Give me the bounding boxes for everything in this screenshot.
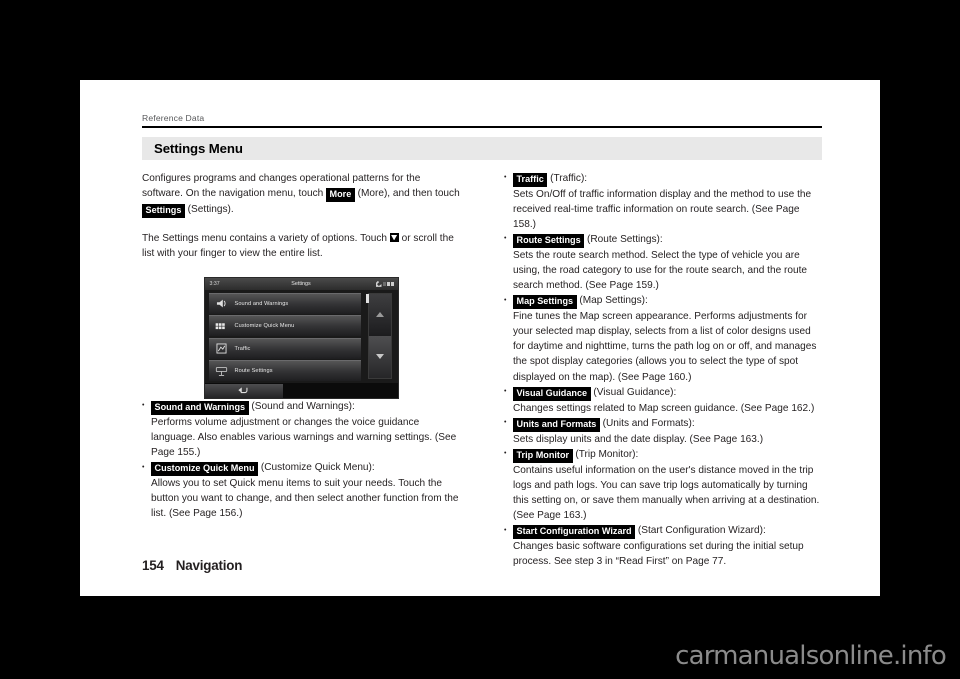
right-bullet-list: Traffic (Traffic): Sets On/Off of traffi…: [504, 170, 822, 570]
nav-status-bar: 3:37 Settings: [204, 277, 398, 290]
running-head: Reference Data: [142, 113, 205, 123]
page-footer: 154 Navigation: [142, 558, 242, 573]
nav-back-button[interactable]: [204, 383, 283, 398]
bullet-description: Contains useful information on the user'…: [513, 464, 820, 522]
list-item: Units and Formats (Units and Formats): S…: [504, 415, 822, 447]
watermark: carmanualsonline.info: [675, 641, 947, 671]
nav-row-label: Traffic: [234, 345, 251, 352]
more-key-label: More: [326, 187, 355, 202]
bullet-description: Fine tunes the Map screen appearance. Pe…: [513, 311, 817, 383]
bullet-key-label: Units and Formats: [513, 417, 600, 432]
bullet-key-label: Trip Monitor: [513, 448, 573, 463]
bullet-key-label: Visual Guidance: [513, 386, 591, 401]
navigation-screen-image: 3:37 Settings Sound and Warnings Customi…: [203, 276, 399, 399]
nav-scrollbar[interactable]: [366, 292, 392, 379]
intro-p1-text-b: (More), and then touch: [354, 187, 460, 199]
list-item: Sound and Warnings (Sound and Warnings):…: [142, 398, 460, 460]
bullet-key-label: Start Configuration Wizard: [513, 525, 636, 540]
grid-icon: [214, 320, 229, 333]
battery-segment-icon: [387, 281, 390, 287]
bullet-key-label: Route Settings: [513, 233, 585, 248]
bullet-paren-label: (Map Settings):: [576, 295, 648, 307]
bullet-paren-label: (Traffic):: [547, 172, 588, 184]
page-number: 154: [142, 558, 164, 573]
nav-row-label: Sound and Warnings: [234, 300, 289, 307]
section-title-bar: Settings Menu: [142, 136, 822, 160]
bullet-description: Sets display units and the date display.…: [513, 433, 764, 445]
nav-settings-list: Sound and Warnings Customize Quick Menu …: [208, 292, 361, 383]
list-item: Customize Quick Menu (Customize Quick Me…: [142, 460, 460, 521]
list-item: Traffic (Traffic): Sets On/Off of traffi…: [504, 170, 822, 232]
figure-settings-screen: 3:37 Settings Sound and Warnings Customi…: [142, 276, 460, 399]
page-content-area: Reference Data Settings Menu Configures …: [142, 113, 822, 573]
bullet-description: Allows you to set Quick menu items to su…: [151, 478, 459, 520]
two-column-layout: Configures programs and changes operatio…: [142, 170, 822, 570]
list-item: Visual Guidance (Visual Guidance): Chang…: [504, 384, 822, 416]
bullet-paren-label: (Sound and Warnings):: [248, 400, 355, 412]
nav-row-traffic[interactable]: Traffic: [208, 337, 361, 359]
bullet-description: Performs volume adjustment or changes th…: [151, 416, 457, 459]
right-column: Traffic (Traffic): Sets On/Off of traffi…: [504, 170, 822, 570]
intro-paragraph-2: The Settings menu contains a variety of …: [142, 231, 460, 261]
nav-row-customize-quick-menu[interactable]: Customize Quick Menu: [208, 315, 361, 337]
bullet-description: Changes basic software configurations se…: [513, 541, 804, 568]
list-item: Trip Monitor (Trip Monitor): Contains us…: [504, 446, 822, 523]
list-item: Start Configuration Wizard (Start Config…: [504, 523, 822, 569]
route-icon: [214, 365, 229, 378]
bullet-paren-label: (Start Configuration Wizard):: [635, 525, 766, 537]
nav-screen-title: Settings: [291, 280, 311, 287]
speaker-icon: [214, 297, 229, 310]
bullet-paren-label: (Units and Formats):: [599, 417, 695, 429]
battery-icon: [383, 281, 386, 287]
bullet-paren-label: (Visual Guidance):: [590, 386, 677, 398]
left-bullet-list: Sound and Warnings (Sound and Warnings):…: [142, 398, 460, 522]
bullet-description: Changes settings related to Map screen g…: [513, 402, 815, 414]
scroll-down-button[interactable]: [368, 335, 391, 378]
bullet-description: Sets On/Off of traffic information displ…: [513, 188, 812, 230]
satellite-icon: [375, 280, 382, 287]
scrollbar-thumb[interactable]: [366, 293, 369, 303]
left-column: Configures programs and changes operatio…: [142, 171, 460, 570]
list-item: Route Settings (Route Settings): Sets th…: [504, 231, 822, 293]
bullet-key-label: Sound and Warnings: [151, 400, 249, 415]
bullet-paren-label: (Customize Quick Menu):: [258, 462, 375, 474]
bullet-paren-label: (Trip Monitor):: [572, 448, 639, 460]
intro-p1-text-c: (Settings).: [184, 203, 234, 215]
scroll-up-icon: [375, 312, 384, 318]
nav-row-label: Route Settings: [234, 368, 273, 375]
chapter-name: Navigation: [175, 558, 243, 573]
scroll-up-button[interactable]: [368, 293, 391, 336]
intro-p2-text-a: The Settings menu contains a variety of …: [142, 232, 390, 244]
traffic-icon: [214, 342, 229, 355]
manual-page: Reference Data Settings Menu Configures …: [80, 80, 880, 596]
nav-row-sound-and-warnings[interactable]: Sound and Warnings: [208, 292, 361, 314]
back-arrow-icon: [238, 387, 248, 394]
bullet-paren-label: (Route Settings):: [584, 233, 663, 245]
nav-row-route-settings[interactable]: Route Settings: [208, 360, 361, 382]
scroll-down-icon: [375, 354, 384, 360]
intro-paragraph-1: Configures programs and changes operatio…: [142, 171, 460, 218]
bullet-key-label: Customize Quick Menu: [151, 462, 259, 477]
bullet-key-label: Map Settings: [513, 295, 577, 310]
section-title: Settings Menu: [154, 140, 243, 156]
header-rule: [142, 126, 822, 128]
battery-segment-icon: [391, 281, 394, 287]
nav-bottom-bar: [204, 382, 398, 398]
nav-row-label: Customize Quick Menu: [234, 323, 295, 330]
settings-key-label: Settings: [142, 203, 185, 218]
nav-status-icons: [375, 280, 394, 287]
bullet-description: Sets the route search method. Select the…: [513, 249, 808, 292]
scroll-down-arrow-icon: [389, 232, 399, 242]
list-item: Map Settings (Map Settings): Fine tunes …: [504, 293, 822, 384]
bullet-key-label: Traffic: [513, 172, 548, 187]
